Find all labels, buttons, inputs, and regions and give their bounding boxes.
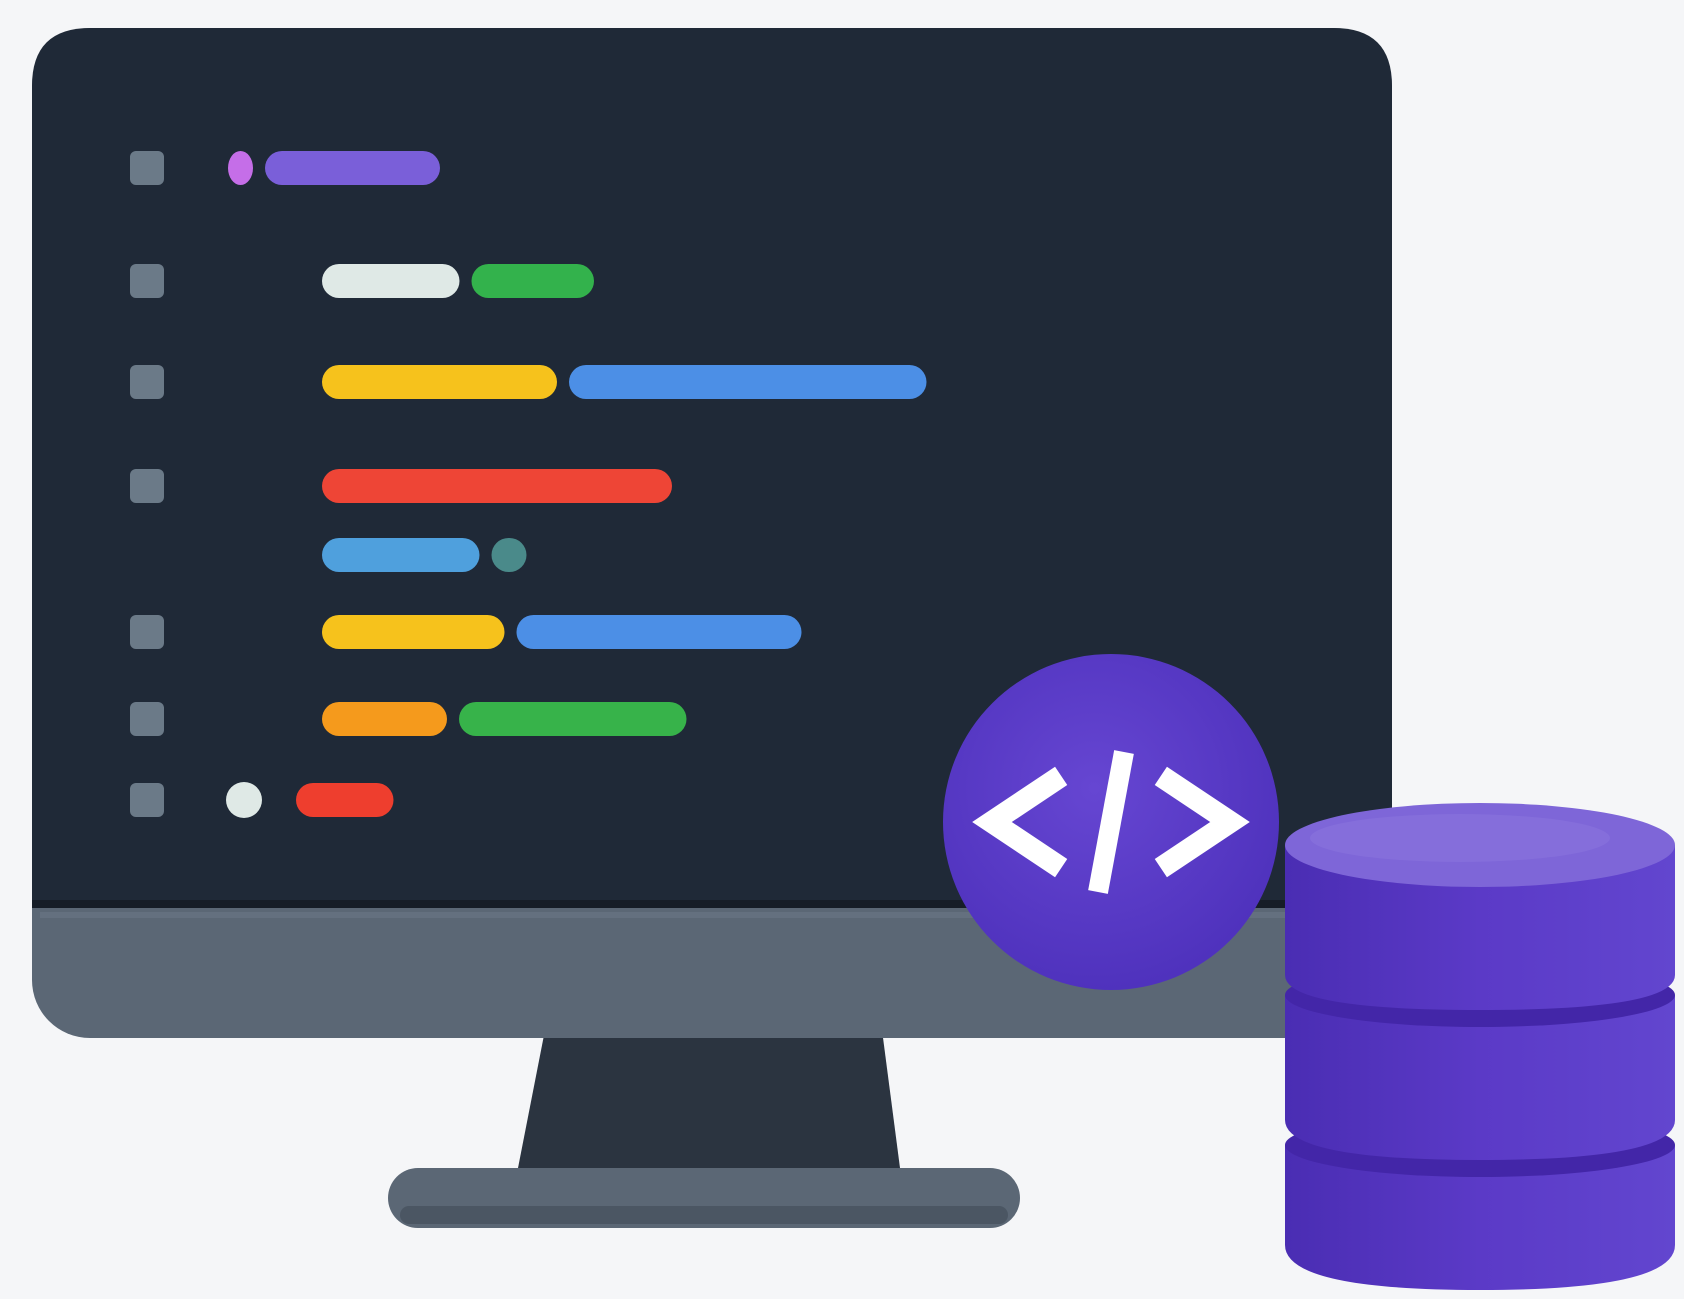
code-token-bar <box>265 151 440 185</box>
line-gutter-marker <box>130 702 164 736</box>
monitor-with-code-and-database-illustration <box>32 28 1675 1290</box>
stand-base-shade <box>400 1206 1008 1224</box>
line-gutter-marker <box>130 264 164 298</box>
code-token-bar <box>459 702 687 736</box>
code-brackets-icon <box>943 654 1279 990</box>
stand-neck <box>518 1030 900 1168</box>
code-token-bar <box>322 264 460 298</box>
code-token-bar <box>322 469 672 503</box>
code-token-bar <box>322 365 557 399</box>
line-gutter-marker <box>130 615 164 649</box>
code-token-bar <box>516 615 802 649</box>
line-gutter-marker <box>130 151 164 185</box>
code-token-bar <box>569 365 927 399</box>
line-gutter-marker <box>130 783 164 817</box>
illustration <box>0 0 1684 1299</box>
code-token-bar <box>491 538 527 572</box>
database-icon <box>1285 803 1675 1290</box>
code-token-bar <box>322 538 480 572</box>
code-token-bar <box>228 151 253 185</box>
line-gutter-marker <box>130 469 164 503</box>
code-dot <box>226 782 262 818</box>
code-token-bar <box>296 783 394 817</box>
code-token-bar <box>322 702 447 736</box>
line-gutter-marker <box>130 365 164 399</box>
database-disk-top-cap-shine <box>1310 814 1610 862</box>
monitor-stand <box>388 1030 1020 1228</box>
code-token-bar <box>322 615 505 649</box>
code-token-bar <box>471 264 594 298</box>
